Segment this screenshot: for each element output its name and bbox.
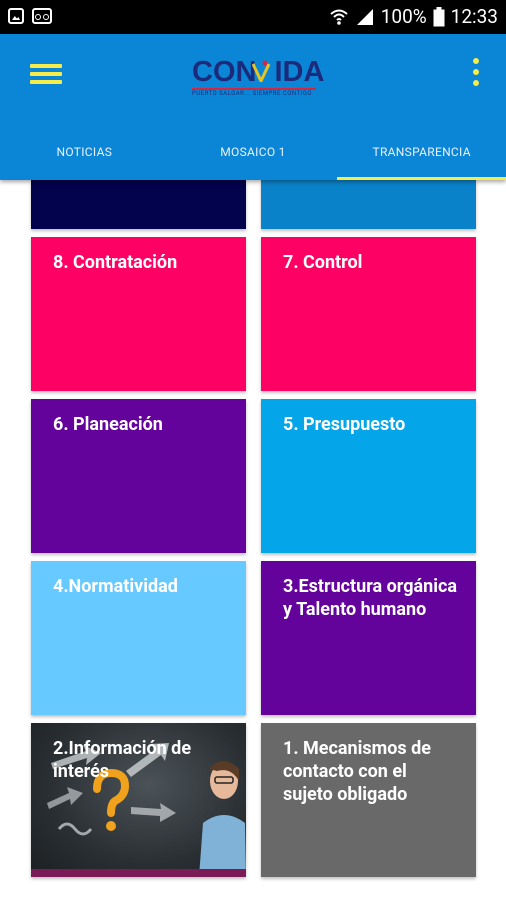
voicemail-icon — [32, 8, 52, 24]
tab-noticias[interactable]: NOTICIAS — [0, 124, 169, 180]
overflow-menu-icon[interactable] — [472, 58, 480, 88]
tile-label: 2.Información de interés — [53, 738, 192, 782]
tab-mosaico-1[interactable]: MOSAICO 1 — [169, 124, 338, 180]
status-bar: 100% 12:33 — [0, 0, 506, 34]
wifi-icon — [329, 7, 349, 27]
tile-contratacion[interactable]: 8. Contratación — [31, 237, 246, 391]
tile-planeacion[interactable]: 6. Planeación — [31, 399, 246, 553]
tile-partial-left[interactable] — [31, 180, 246, 229]
tile-normatividad[interactable]: 4.Normatividad — [31, 561, 246, 715]
battery-percent: 100% — [380, 5, 427, 28]
tile-stripe — [31, 869, 246, 877]
signal-icon — [355, 7, 375, 27]
clock: 12:33 — [450, 5, 498, 28]
app-logo: CON IDA PUERTO SALGAR... SIEMPRE CONTIGO — [190, 56, 324, 100]
tile-informacion-de-interes[interactable]: 2.Información de interés — [31, 723, 246, 877]
status-notifications — [8, 8, 52, 24]
image-notification-icon — [8, 8, 24, 24]
tile-presupuesto[interactable]: 5. Presupuesto — [261, 399, 476, 553]
logo-text-start: CON — [192, 56, 257, 88]
tile-control[interactable]: 7. Control — [261, 237, 476, 391]
tile-label: 3.Estructura orgánica y Talento humano — [283, 576, 458, 620]
tile-label: 4.Normatividad — [53, 576, 178, 597]
tile-label: 6. Planeación — [53, 414, 163, 435]
tab-bar: NOTICIAS MOSAICO 1 TRANSPARENCIA — [0, 124, 506, 180]
tab-label: MOSAICO 1 — [220, 145, 286, 159]
logo-tagline: PUERTO SALGAR... SIEMPRE CONTIGO — [192, 90, 312, 97]
tile-label: 7. Control — [283, 252, 363, 273]
tile-mecanismos-de-contacto[interactable]: 1. Mecanismos de contacto con el sujeto … — [261, 723, 476, 877]
tab-label: TRANSPARENCIA — [372, 145, 471, 159]
battery-icon — [433, 7, 445, 27]
tile-label: 1. Mecanismos de contacto con el sujeto … — [283, 738, 431, 805]
hamburger-menu-icon[interactable] — [30, 62, 62, 86]
app-bar: CON IDA PUERTO SALGAR... SIEMPRE CONTIGO … — [0, 34, 506, 180]
tile-estructura-organica[interactable]: 3.Estructura orgánica y Talento humano — [261, 561, 476, 715]
logo-v-symbol-icon — [252, 60, 270, 82]
logo-text-end: IDA — [274, 56, 325, 88]
tile-partial-right[interactable] — [261, 180, 476, 229]
tile-label: 8. Contratación — [53, 252, 178, 273]
status-system-icons: 100% 12:33 — [329, 4, 498, 30]
tab-label: NOTICIAS — [56, 145, 113, 159]
tab-transparencia[interactable]: TRANSPARENCIA — [337, 124, 506, 180]
tile-label: 5. Presupuesto — [283, 414, 406, 435]
